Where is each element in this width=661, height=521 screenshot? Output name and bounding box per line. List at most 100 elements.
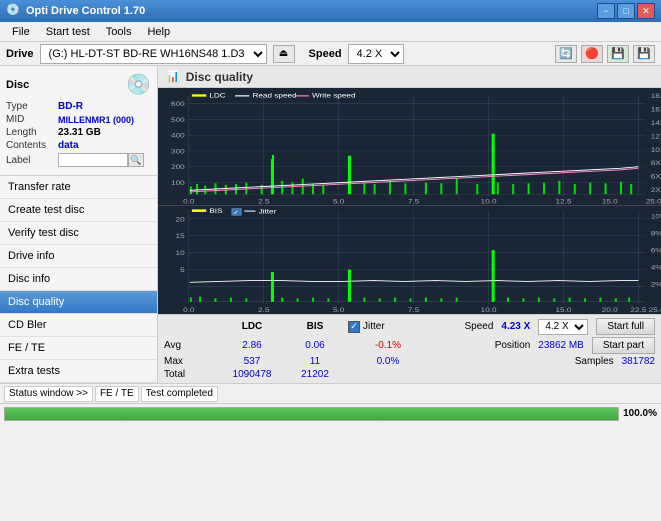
verify-test-disc-label: Verify test disc — [8, 227, 79, 239]
sidebar-item-verify-test-disc[interactable]: Verify test disc — [0, 222, 157, 245]
top-chart: 600 500 400 300 200 100 18X 16X 14X 12X … — [158, 88, 661, 206]
max-bis: 11 — [290, 356, 340, 367]
svg-text:2.5: 2.5 — [258, 305, 269, 313]
svg-text:LDC: LDC — [209, 91, 225, 99]
svg-text:20: 20 — [176, 214, 185, 222]
disc-icon: 💿 — [126, 72, 151, 97]
svg-text:0.0: 0.0 — [183, 305, 194, 313]
drive-toolbar-icons: 🔄 🔴 💾 💾 — [555, 45, 655, 63]
sidebar-item-disc-quality[interactable]: Disc quality — [0, 291, 157, 314]
svg-text:BIS: BIS — [209, 206, 222, 214]
title-bar: 💿 Opti Drive Control 1.70 − □ ✕ — [0, 0, 661, 22]
cd-bler-label: CD Bler — [8, 319, 47, 331]
disc-mid-label: MID — [6, 114, 58, 125]
sidebar-item-drive-info[interactable]: Drive info — [0, 245, 157, 268]
minimize-button[interactable]: − — [597, 3, 615, 19]
disc-mid-value: MILLENMR1 (000) — [58, 115, 134, 125]
content-area: Disc 💿 Type BD-R MID MILLENMR1 (000) Len… — [0, 66, 661, 383]
jitter-label: Jitter — [363, 321, 385, 332]
disc-section-label: Disc — [6, 79, 29, 91]
svg-text:100: 100 — [171, 179, 185, 187]
jitter-checkbox[interactable]: ✓ — [348, 321, 360, 333]
save-button[interactable]: 💾 — [633, 45, 655, 63]
panel-header: 📊 Disc quality — [158, 66, 661, 88]
status-bar: Status window >> FE / TE Test completed — [0, 383, 661, 403]
svg-text:6%: 6% — [651, 246, 661, 254]
svg-text:200: 200 — [171, 163, 185, 171]
drive-info-label: Drive info — [8, 250, 54, 262]
fe-te-section[interactable]: FE / TE — [95, 386, 139, 402]
drive-select[interactable]: (G:) HL-DT-ST BD-RE WH16NS48 1.D3 — [40, 44, 267, 64]
disc-contents-value: data — [58, 140, 79, 151]
svg-text:15.0: 15.0 — [555, 305, 571, 313]
disc-label-icon-btn[interactable]: 🔍 — [128, 153, 144, 167]
stats-total-row: Total 1090478 21202 — [164, 369, 655, 380]
speed-select[interactable]: 4.2 X — [348, 44, 404, 64]
disc-action-btn1[interactable]: 🔴 — [581, 45, 603, 63]
close-button[interactable]: ✕ — [637, 3, 655, 19]
svg-text:500: 500 — [171, 116, 185, 124]
jitter-check[interactable]: ✓ Jitter — [348, 321, 428, 333]
status-window-section[interactable]: Status window >> — [4, 386, 93, 402]
menu-help[interactable]: Help — [139, 24, 178, 40]
svg-text:7.5: 7.5 — [408, 198, 419, 205]
progress-bar-inner — [5, 408, 618, 420]
disc-length-label: Length — [6, 127, 58, 138]
svg-text:7.5: 7.5 — [408, 305, 419, 313]
total-ldc: 1090478 — [222, 369, 282, 380]
svg-text:20.0: 20.0 — [602, 305, 618, 313]
menu-bar: File Start test Tools Help — [0, 22, 661, 42]
sidebar-item-extra-tests[interactable]: Extra tests — [0, 360, 157, 383]
drive-bar: Drive (G:) HL-DT-ST BD-RE WH16NS48 1.D3 … — [0, 42, 661, 66]
start-full-button[interactable]: Start full — [596, 318, 655, 335]
total-label: Total — [164, 369, 214, 380]
menu-file[interactable]: File — [4, 24, 38, 40]
create-test-disc-label: Create test disc — [8, 204, 84, 216]
sidebar-item-fe-te[interactable]: FE / TE — [0, 337, 157, 360]
maximize-button[interactable]: □ — [617, 3, 635, 19]
bottom-chart-svg: 20 15 10 5 10% 8% 6% 4% 2% 0.0 2.5 5.0 7… — [158, 206, 661, 314]
svg-text:12X: 12X — [651, 132, 661, 140]
sidebar-item-create-test-disc[interactable]: Create test disc — [0, 199, 157, 222]
extra-tests-label: Extra tests — [8, 365, 60, 377]
svg-text:Read speed: Read speed — [252, 91, 296, 99]
stats-avg-row: Avg 2.86 0.06 -0.1% Position 23862 MB St… — [164, 337, 655, 354]
ldc-header: LDC — [222, 321, 282, 332]
sidebar-item-disc-info[interactable]: Disc info — [0, 268, 157, 291]
eject-button[interactable]: ⏏ — [273, 45, 295, 63]
speed-label: Speed — [309, 48, 342, 60]
avg-jitter: -0.1% — [348, 340, 428, 351]
speed-stat-select[interactable]: 4.2 X — [538, 319, 588, 335]
progress-bar-outer — [4, 407, 619, 421]
svg-text:8X: 8X — [651, 159, 661, 167]
fe-te-label: FE / TE — [8, 342, 45, 354]
panel-header-icon: 📊 — [166, 70, 180, 83]
disc-contents-label: Contents — [6, 140, 58, 151]
svg-text:2.5: 2.5 — [258, 198, 269, 205]
max-jitter: 0.0% — [348, 356, 428, 367]
menu-tools[interactable]: Tools — [98, 24, 140, 40]
svg-text:5.0: 5.0 — [333, 305, 344, 313]
disc-label-input[interactable] — [58, 153, 128, 167]
menu-start-test[interactable]: Start test — [38, 24, 98, 40]
disc-length-value: 23.31 GB — [58, 127, 101, 138]
svg-text:0.0: 0.0 — [183, 198, 194, 205]
svg-text:22.5: 22.5 — [630, 305, 646, 313]
right-panel: 📊 Disc quality — [158, 66, 661, 383]
total-bis: 21202 — [290, 369, 340, 380]
sidebar-item-transfer-rate[interactable]: Transfer rate — [0, 176, 157, 199]
start-part-button[interactable]: Start part — [592, 337, 655, 354]
svg-text:10.0: 10.0 — [481, 305, 497, 313]
svg-text:✓: ✓ — [233, 209, 239, 215]
disc-mid-row: MID MILLENMR1 (000) — [6, 114, 151, 125]
svg-text:25.0 GB: 25.0 GB — [646, 198, 661, 205]
refresh-button[interactable]: 🔄 — [555, 45, 577, 63]
disc-contents-row: Contents data — [6, 140, 151, 151]
svg-text:300: 300 — [171, 147, 185, 155]
disc-type-value: BD-R — [58, 101, 83, 112]
sidebar-item-cd-bler[interactable]: CD Bler — [0, 314, 157, 337]
position-label: Position — [495, 340, 531, 351]
disc-action-btn2[interactable]: 💾 — [607, 45, 629, 63]
disc-label-label: Label — [6, 155, 58, 166]
progress-bar-container: 100.0% — [0, 403, 661, 423]
